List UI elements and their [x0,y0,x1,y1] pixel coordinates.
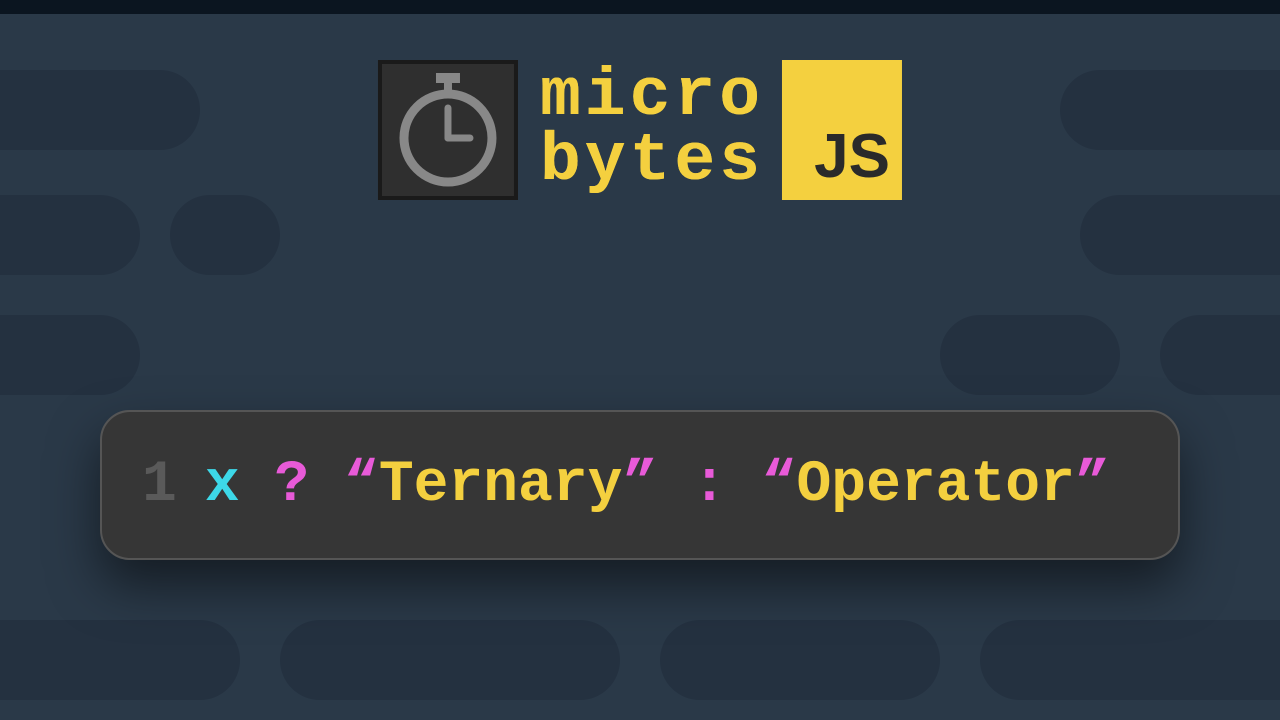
js-badge: JS [782,60,902,200]
line-number: 1 [142,453,177,518]
bg-decoration [0,315,140,395]
bg-decoration [940,315,1120,395]
code-colon: : [692,453,727,518]
stopwatch-icon-box [378,60,518,200]
bg-decoration [0,620,240,700]
bg-decoration [1160,315,1280,395]
bg-decoration [170,195,280,275]
code-quote: ” [622,453,657,518]
code-quote: “ [344,453,379,518]
code-string-1: Ternary [379,453,623,518]
stopwatch-icon [398,73,498,188]
brand-line-2: bytes [540,130,764,195]
bg-decoration [280,620,620,700]
code-question-mark: ? [274,453,309,518]
brand-logo: micro bytes JS [378,60,902,200]
bg-decoration [980,620,1280,700]
code-block: 1 x ? “Ternary” : “Operator” [100,410,1180,560]
brand-text: micro bytes [518,60,782,200]
bg-decoration [0,70,200,150]
code-quote: ” [1075,453,1110,518]
code-string-2: Operator [796,453,1074,518]
top-strip [0,0,1280,14]
bg-decoration [1060,70,1280,150]
code-quote: “ [762,453,797,518]
bg-decoration [660,620,940,700]
bg-decoration [1080,195,1280,275]
bg-decoration [0,195,140,275]
code-variable: x [205,453,240,518]
brand-line-1: micro [540,65,764,130]
